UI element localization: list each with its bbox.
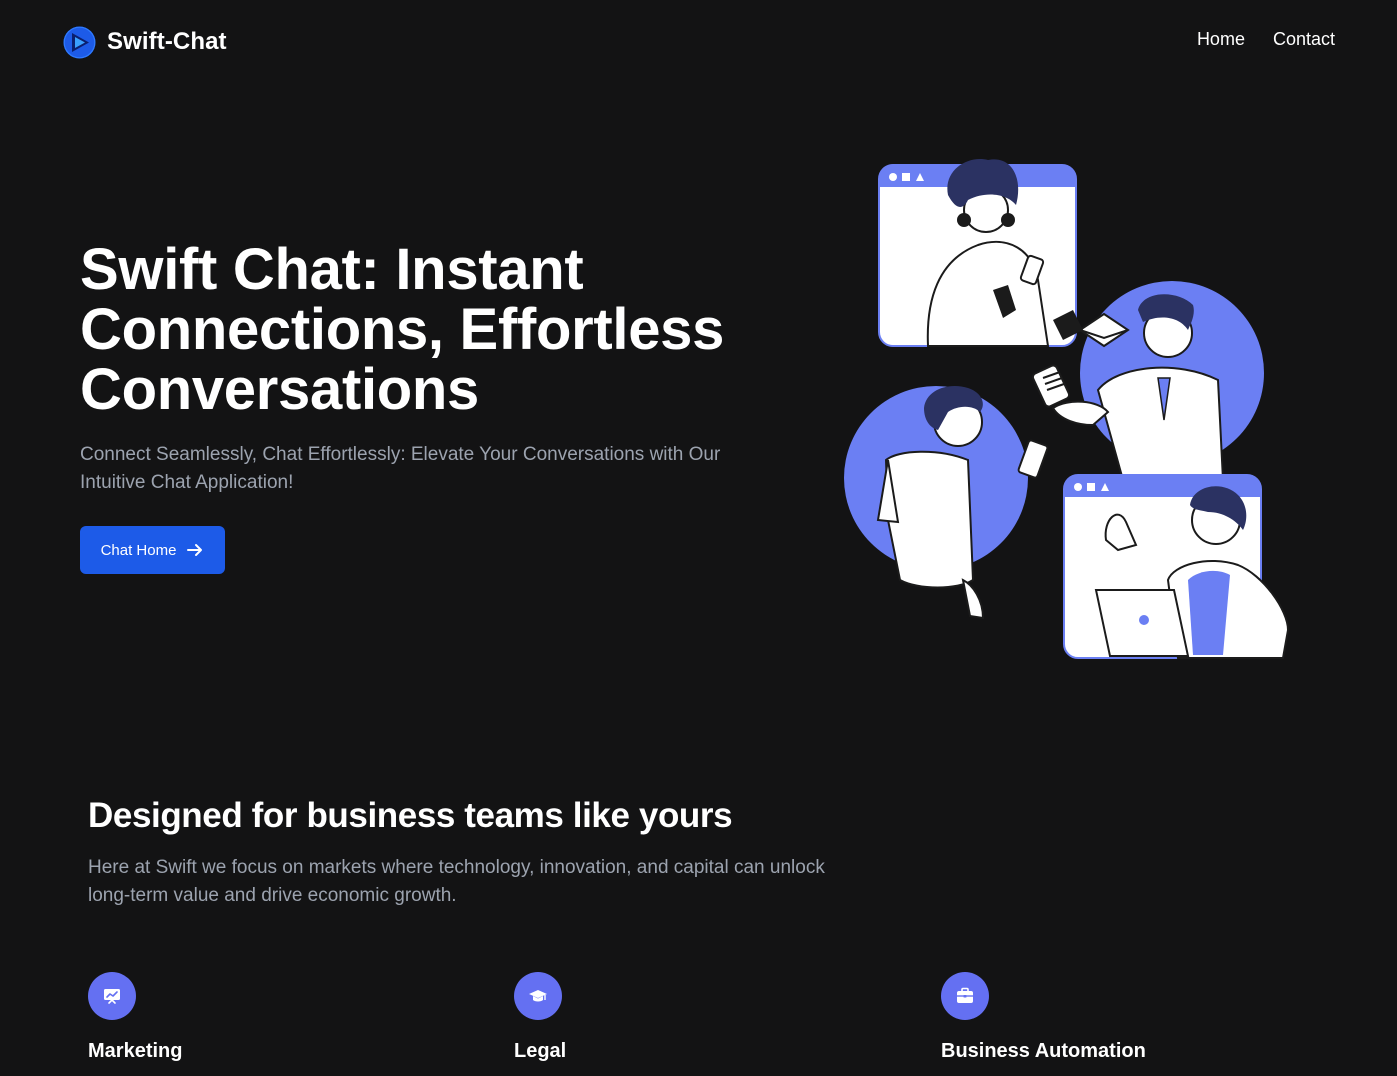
feature-title-legal: Legal (514, 1040, 567, 1062)
features-section: Designed for business teams like yours H… (88, 795, 1308, 910)
feature-title-business-automation: Business Automation (941, 1040, 1146, 1062)
chat-home-button[interactable]: Chat Home (80, 526, 225, 574)
presentation-chart-icon (88, 972, 136, 1020)
navbar: Swift-Chat Home Contact (0, 0, 1397, 84)
arrow-right-icon (187, 544, 203, 556)
feature-marketing: Marketing (88, 972, 182, 1063)
nav-link-contact[interactable]: Contact (1273, 29, 1335, 50)
chat-home-button-label: Chat Home (100, 541, 177, 559)
brand-logo-link[interactable]: Swift-Chat (63, 24, 227, 60)
hero-text: Swift Chat: Instant Connections, Effortl… (80, 240, 780, 497)
briefcase-icon (941, 972, 989, 1020)
features-title: Designed for business teams like yours (88, 796, 733, 835)
feature-title-marketing: Marketing (88, 1040, 183, 1062)
nav-link-home[interactable]: Home (1197, 29, 1245, 50)
hero-title: Swift Chat: Instant Connections, Effortl… (80, 237, 725, 422)
people-chatting-illustration (844, 159, 1290, 659)
graduation-cap-icon (514, 972, 562, 1020)
swift-chat-logo-icon (63, 26, 96, 58)
feature-legal: Legal (514, 972, 566, 1063)
hero-subtitle: Connect Seamlessly, Chat Effortlessly: E… (80, 444, 721, 493)
features-subtitle: Here at Swift we focus on markets where … (88, 857, 825, 906)
brand-name: Swift-Chat (107, 28, 227, 55)
feature-business-automation: Business Automation (941, 972, 1146, 1063)
nav-links: Home Contact (1197, 29, 1335, 50)
